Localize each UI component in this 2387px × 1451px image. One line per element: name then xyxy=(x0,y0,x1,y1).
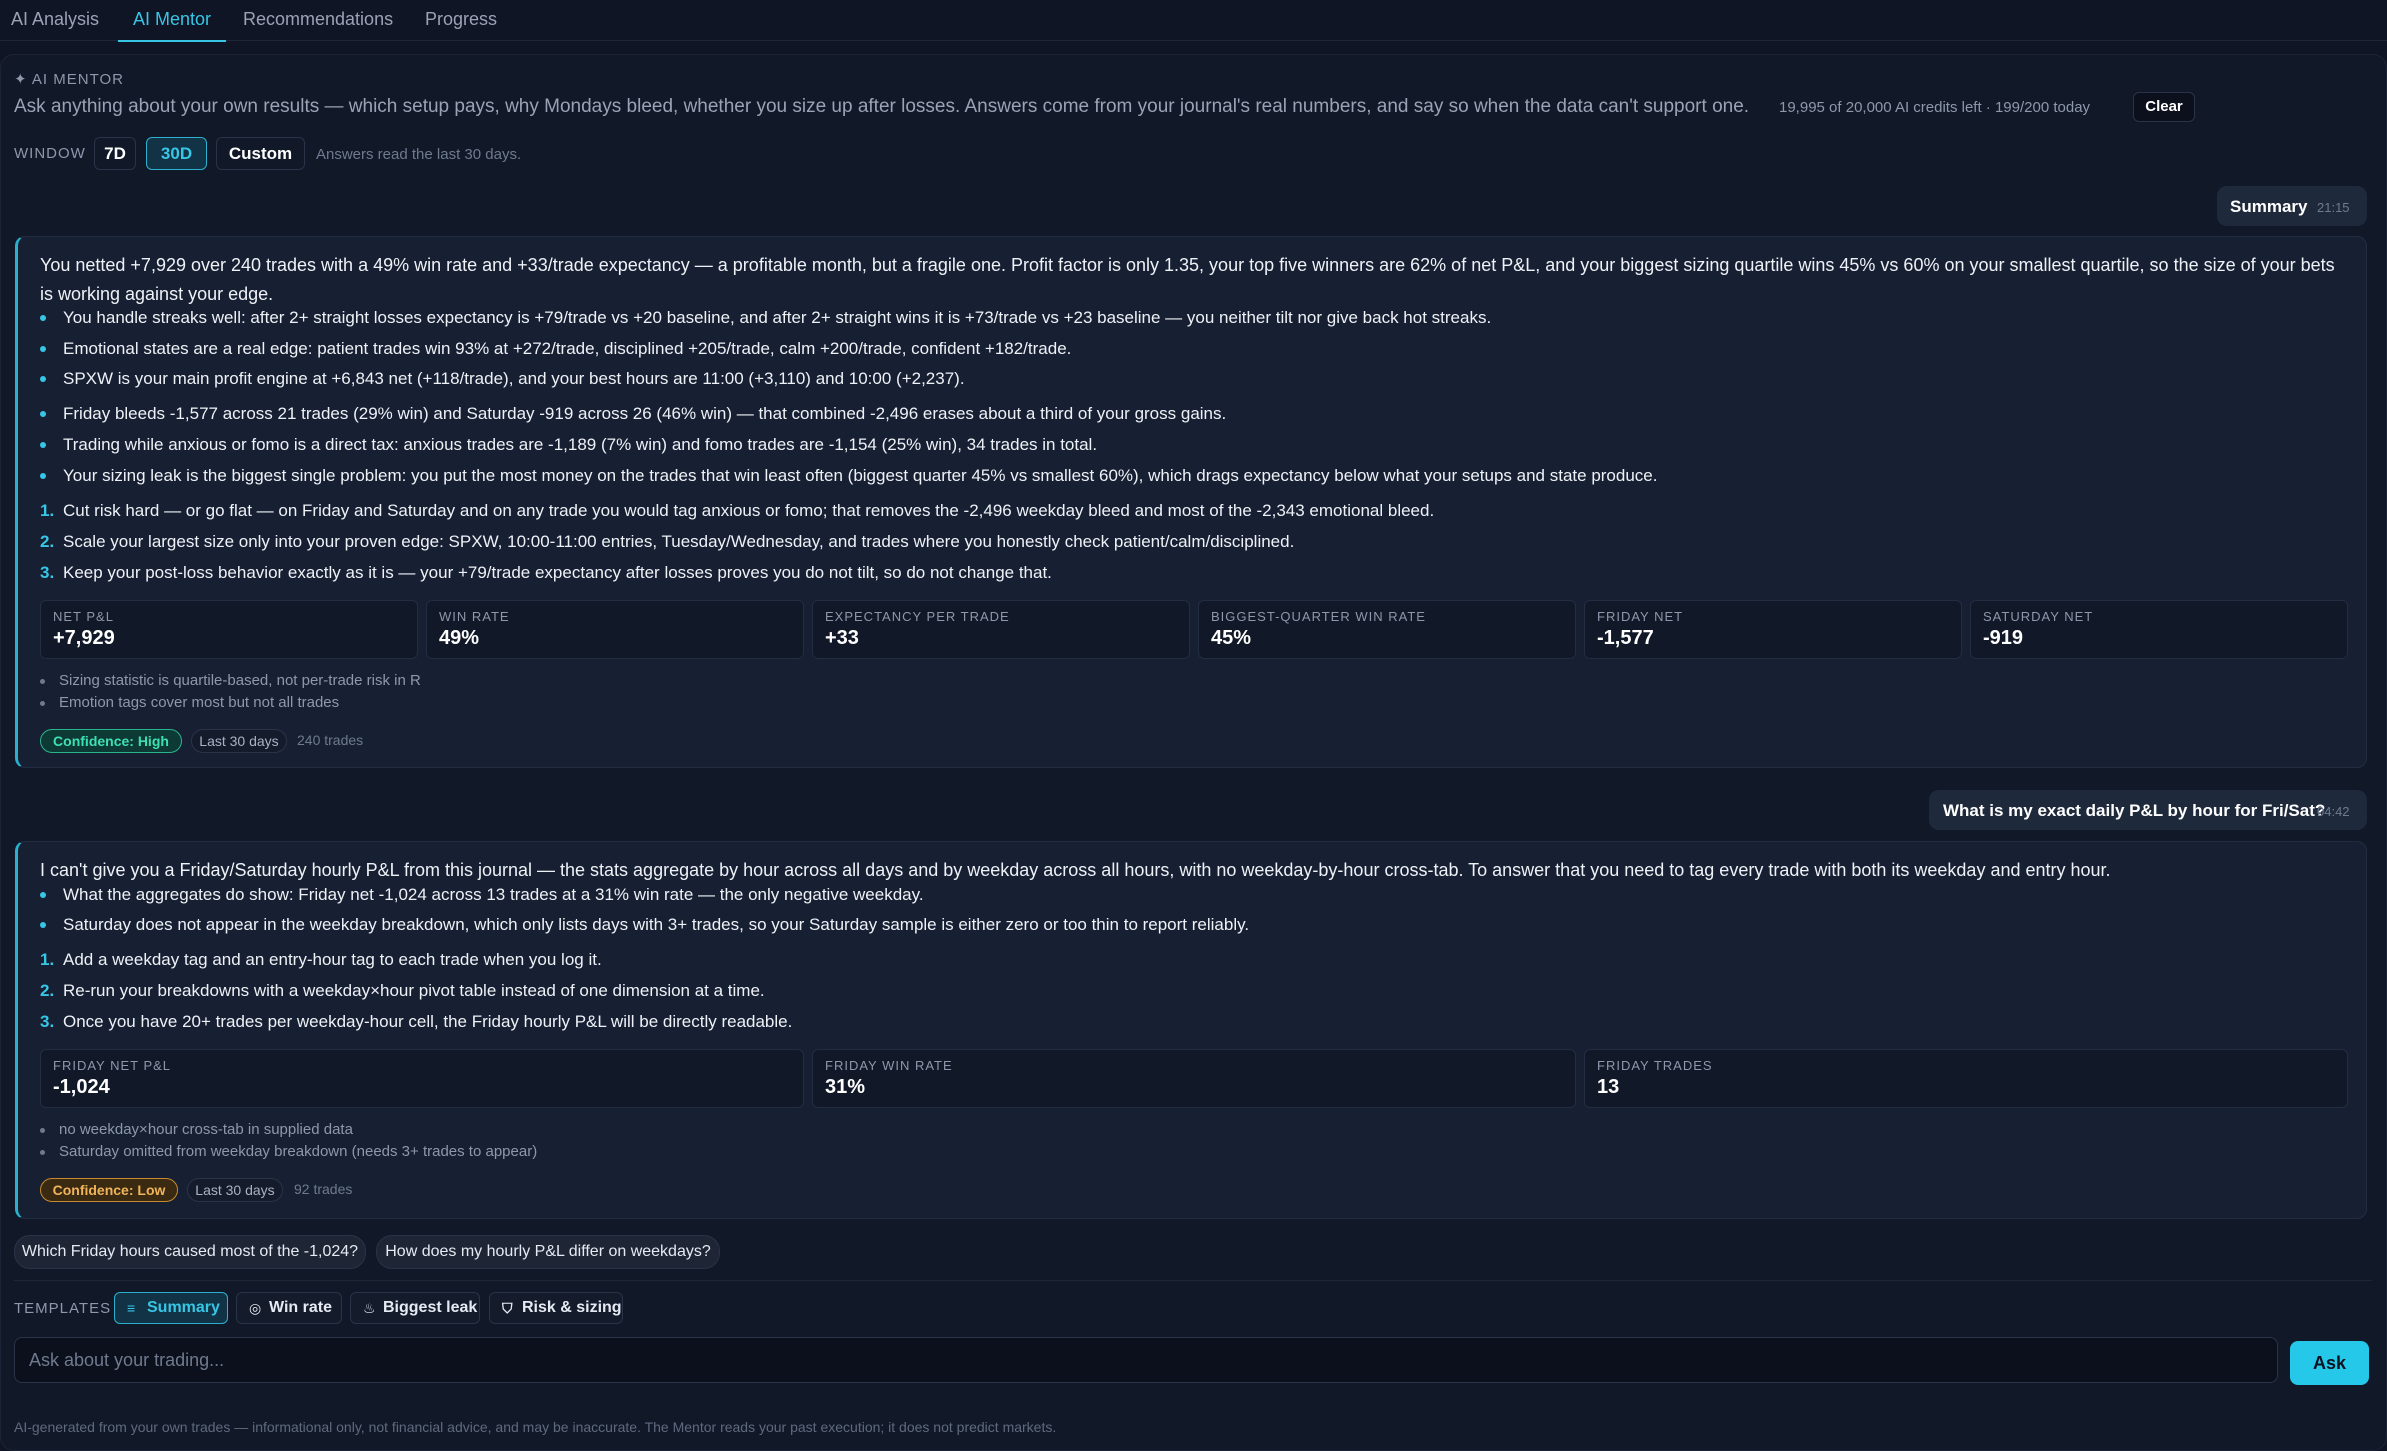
bullet-dot xyxy=(40,922,46,928)
bullet-dot xyxy=(40,315,46,321)
user-message: Summary 21:15 xyxy=(2217,186,2367,226)
confidence-badge: Confidence: Low xyxy=(40,1178,178,1202)
stat-card: FRIDAY NET P&L -1,024 xyxy=(40,1049,804,1108)
flame-icon: ♨ xyxy=(363,1300,376,1316)
template-biggest-leak[interactable]: ♨ Biggest leak xyxy=(350,1292,480,1324)
message-time: 04:42 xyxy=(2317,804,2350,819)
ask-input[interactable] xyxy=(14,1337,2278,1383)
template-risk-sizing[interactable]: ⛉ Risk & sizing xyxy=(489,1292,623,1324)
trade-count: 240 trades xyxy=(297,732,364,748)
clear-button[interactable]: Clear xyxy=(2133,92,2195,122)
window-note: Answers read the last 30 days. xyxy=(316,146,522,163)
stat-card: FRIDAY WIN RATE 31% xyxy=(812,1049,1576,1108)
answer-intro: You netted +7,929 over 240 trades with a… xyxy=(40,255,2335,304)
template-win-rate[interactable]: ◎ Win rate xyxy=(236,1292,342,1324)
mentor-answer: I can't give you a Friday/Saturday hourl… xyxy=(15,841,2367,1219)
window-option-30d[interactable]: 30D xyxy=(146,137,207,170)
trade-count: 92 trades xyxy=(294,1181,353,1197)
stat-card: WIN RATE 49% xyxy=(426,600,804,659)
window-option-custom[interactable]: Custom xyxy=(216,137,305,170)
confidence-badge: Confidence: High xyxy=(40,729,182,753)
mentor-description: Ask anything about your own results — wh… xyxy=(14,96,1750,117)
user-message-text: Summary xyxy=(2230,197,2308,216)
period-chip: Last 30 days xyxy=(191,729,287,753)
stat-card: NET P&L +7,929 xyxy=(40,600,418,659)
template-summary[interactable]: ≡ Summary xyxy=(114,1292,228,1324)
stat-card: SATURDAY NET -919 xyxy=(1970,600,2348,659)
ask-button[interactable]: Ask xyxy=(2290,1341,2369,1385)
window-option-7d[interactable]: 7D xyxy=(94,137,136,170)
stat-card: BIGGEST-QUARTER WIN RATE 45% xyxy=(1198,600,1576,659)
tab-ai-mentor[interactable]: AI Mentor xyxy=(118,9,226,42)
stat-card: EXPECTANCY PER TRADE +33 xyxy=(812,600,1190,659)
stat-card: FRIDAY NET -1,577 xyxy=(1584,600,1962,659)
bullet-dot xyxy=(40,473,46,479)
target-icon: ◎ xyxy=(249,1300,262,1316)
bullet-dot xyxy=(40,376,46,382)
disclaimer: AI-generated from your own trades — info… xyxy=(14,1419,1057,1435)
list-icon: ≡ xyxy=(127,1300,136,1316)
tab-recommendations[interactable]: Recommendations xyxy=(243,9,393,40)
stat-card: FRIDAY TRADES 13 xyxy=(1584,1049,2348,1108)
message-time: 21:15 xyxy=(2317,200,2350,215)
user-message: What is my exact daily P&L by hour for F… xyxy=(1929,790,2367,830)
suggestion-chip[interactable]: How does my hourly P&L differ on weekday… xyxy=(376,1235,720,1269)
mentor-answer: You netted +7,929 over 240 trades with a… xyxy=(15,236,2367,768)
bullet-dot xyxy=(40,346,46,352)
answer-intro: I can't give you a Friday/Saturday hourl… xyxy=(40,860,2111,880)
divider xyxy=(14,1280,2372,1281)
suggestion-chip[interactable]: Which Friday hours caused most of the -1… xyxy=(14,1235,366,1269)
bullet-dot xyxy=(40,892,46,898)
templates-label: TEMPLATES xyxy=(14,1300,112,1317)
window-label: WINDOW xyxy=(14,145,86,162)
period-chip: Last 30 days xyxy=(187,1178,283,1202)
bullet-dot xyxy=(40,442,46,448)
credits-status: 19,995 of 20,000 AI credits left · 199/2… xyxy=(1779,99,2091,116)
shield-icon: ⛉ xyxy=(502,1300,513,1316)
tab-bar: AI Analysis AI Mentor Recommendations Pr… xyxy=(0,0,2387,42)
tab-ai-analysis[interactable]: AI Analysis xyxy=(11,9,99,40)
section-kicker: ✦ AI MENTOR xyxy=(14,71,124,88)
user-message-text: What is my exact daily P&L by hour for F… xyxy=(1943,801,2326,820)
tab-progress[interactable]: Progress xyxy=(425,9,497,40)
bullet-dot xyxy=(40,411,46,417)
